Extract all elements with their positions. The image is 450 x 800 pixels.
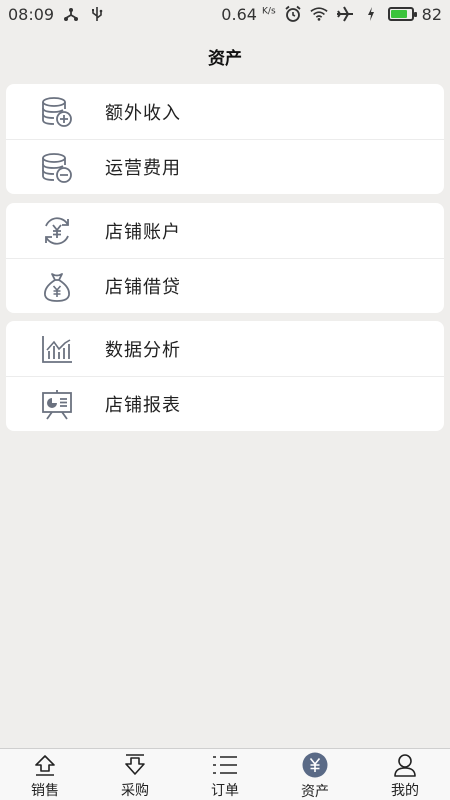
menu-item-extra-income[interactable]: 额外收入 xyxy=(6,84,444,139)
menu-item-shop-report[interactable]: 店铺报表 xyxy=(6,376,444,431)
tab-label: 订单 xyxy=(211,783,239,799)
menu-group-shop-finance: 店铺账户 店铺借贷 xyxy=(6,203,444,313)
menu-item-label: 店铺账户 xyxy=(105,221,181,243)
presentation-board-icon xyxy=(40,388,74,422)
tab-sales[interactable]: 销售 xyxy=(0,749,90,800)
bar-chart-icon xyxy=(40,332,74,366)
tab-label: 资产 xyxy=(301,784,329,800)
network-speed: 0.64 K/s xyxy=(221,5,275,24)
menu-item-label: 店铺报表 xyxy=(105,395,181,416)
user-icon xyxy=(392,752,418,777)
menu-item-label: 店铺借贷 xyxy=(105,277,181,298)
status-right: 0.64 K/s 82 xyxy=(221,5,442,24)
speed-value: 0.64 xyxy=(221,4,257,24)
tab-label: 我的 xyxy=(391,783,419,799)
menu-item-shop-loan[interactable]: 店铺借贷 xyxy=(6,258,444,313)
menu-group-analytics: 数据分析 店铺报表 xyxy=(6,321,444,431)
status-bar: 08:09 0.64 K/s 82 xyxy=(0,0,450,28)
status-left: 08:09 xyxy=(8,5,106,24)
charging-icon xyxy=(362,5,380,23)
battery-fill xyxy=(390,10,408,18)
alarm-icon xyxy=(284,5,302,23)
status-time: 08:09 xyxy=(8,4,55,24)
tab-mine[interactable]: 我的 xyxy=(360,749,450,800)
database-add-icon xyxy=(40,95,74,129)
money-bag-icon xyxy=(40,270,74,304)
tab-assets[interactable]: 资产 xyxy=(270,749,360,800)
download-arrow-icon xyxy=(122,752,148,777)
battery-level: 82 xyxy=(421,4,442,24)
menu-item-label: 数据分析 xyxy=(105,339,181,361)
speed-unit: K/s xyxy=(262,6,276,17)
yuan-exchange-icon xyxy=(40,214,74,248)
menu-group-income-expense: 额外收入 运营费用 xyxy=(6,84,444,194)
tab-purchase[interactable]: 采购 xyxy=(90,749,180,800)
menu-item-operating-expense[interactable]: 运营费用 xyxy=(6,139,444,194)
wifi-icon xyxy=(310,5,328,23)
list-icon xyxy=(212,752,238,777)
fork-icon xyxy=(62,5,80,23)
menu-item-shop-account[interactable]: 店铺账户 xyxy=(6,203,444,258)
tab-orders[interactable]: 订单 xyxy=(180,749,270,800)
airplane-icon xyxy=(336,5,354,23)
usb-icon xyxy=(88,5,106,23)
menu-item-label: 额外收入 xyxy=(105,102,181,124)
tab-label: 销售 xyxy=(31,783,59,799)
database-minus-icon xyxy=(40,151,74,185)
menu-item-data-analysis[interactable]: 数据分析 xyxy=(6,321,444,376)
yuan-circle-icon xyxy=(302,752,328,778)
battery-icon xyxy=(387,7,417,21)
page-title: 资产 xyxy=(208,48,242,69)
bottom-tab-bar: 销售 采购 订单 资产 我的 xyxy=(0,748,450,800)
upload-arrow-icon xyxy=(32,752,58,777)
menu-item-label: 运营费用 xyxy=(105,158,181,179)
tab-label: 采购 xyxy=(121,783,149,799)
